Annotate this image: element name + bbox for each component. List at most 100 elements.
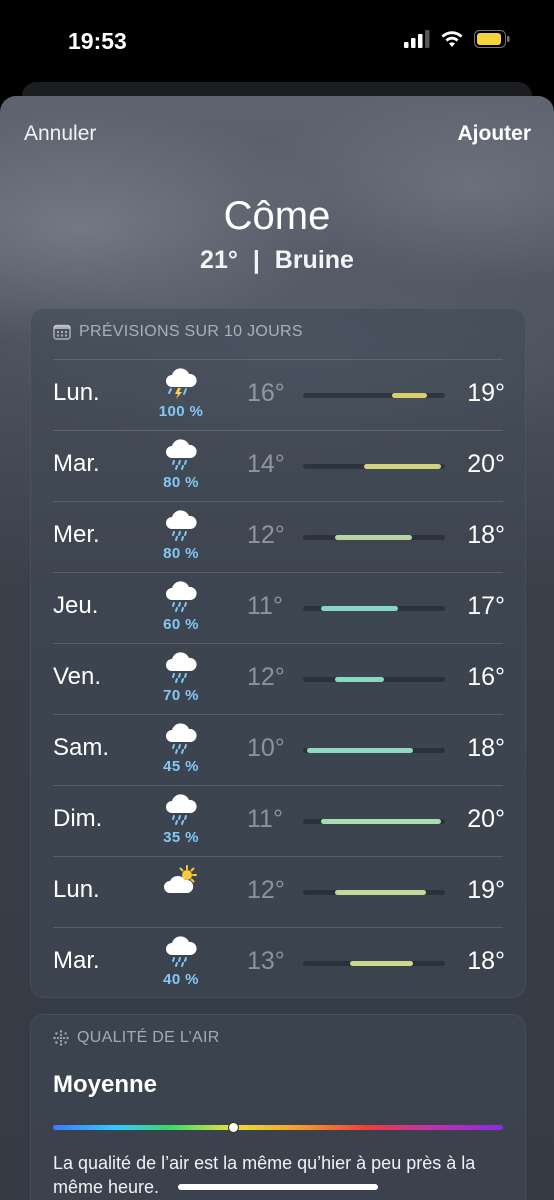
city-name: Côme: [223, 194, 331, 238]
home-indicator[interactable]: [178, 1184, 378, 1190]
row-divider: [53, 430, 503, 431]
battery-icon: [474, 30, 510, 48]
forecast-header: PRÉVISIONS SUR 10 JOURS: [53, 323, 303, 341]
low-temperature: 11°: [247, 592, 283, 620]
air-quality-icon: [53, 1030, 69, 1046]
forecast-row[interactable]: Mar. 40 % 13° 18°: [31, 927, 525, 998]
temperature-range-bar: [303, 819, 445, 824]
add-button[interactable]: Ajouter: [458, 122, 532, 146]
low-temperature: 14°: [247, 450, 285, 478]
high-temperature: 18°: [467, 947, 505, 975]
high-temperature: 19°: [467, 379, 505, 407]
forecast-row[interactable]: Lun. 100 % 16° 19°: [31, 359, 525, 430]
forecast-row[interactable]: Lun. 12° 19°: [31, 856, 525, 927]
row-divider: [53, 359, 503, 360]
status-time: 19:53: [68, 28, 127, 54]
day-name: Ven.: [53, 663, 102, 690]
air-quality-header-label: QUALITÉ DE L’AIR: [77, 1029, 220, 1046]
day-name: Mer.: [53, 521, 100, 548]
row-divider: [53, 501, 503, 502]
row-divider: [53, 714, 503, 715]
temperature-range-bar: [303, 961, 445, 966]
row-divider: [53, 643, 503, 644]
status-bar: 19:53: [0, 0, 554, 84]
weather-preview-sheet: Annuler Ajouter Côme 21° | Bruine PRÉVIS…: [0, 96, 554, 1200]
air-quality-card[interactable]: QUALITÉ DE L’AIR Moyenne La qualité de l…: [30, 1014, 526, 1200]
temperature-range-bar: [303, 677, 445, 682]
high-temperature: 17°: [467, 592, 505, 620]
temperature-range-fill: [350, 961, 413, 966]
high-temperature: 19°: [467, 876, 505, 904]
air-quality-indicator: [228, 1122, 239, 1133]
temperature-range-bar: [303, 464, 445, 469]
precipitation-chance: 80 %: [163, 545, 199, 562]
temperature-range-fill: [364, 464, 441, 469]
row-divider: [53, 856, 503, 857]
low-temperature: 12°: [247, 663, 285, 691]
air-quality-header: QUALITÉ DE L’AIR: [53, 1029, 220, 1047]
temperature-range-fill: [321, 819, 441, 824]
temperature-range-bar: [303, 606, 445, 611]
cancel-button[interactable]: Annuler: [24, 122, 96, 146]
calendar-icon: [53, 324, 71, 340]
air-quality-level: Moyenne: [53, 1071, 158, 1098]
current-temperature: 21°: [200, 246, 238, 274]
rain-cloud-icon: [163, 580, 199, 614]
row-divider: [53, 785, 503, 786]
signal-icon: [404, 30, 430, 48]
high-temperature: 18°: [467, 521, 505, 549]
temperature-range-fill: [335, 890, 426, 895]
precipitation-chance: 100 %: [158, 403, 204, 420]
high-temperature: 20°: [467, 450, 505, 478]
low-temperature: 10°: [247, 734, 285, 762]
forecast-row[interactable]: Mar. 80 % 14° 20°: [31, 430, 525, 501]
wifi-icon: [441, 31, 463, 47]
low-temperature: 16°: [247, 379, 285, 407]
day-name: Lun.: [53, 379, 100, 406]
day-name: Sam.: [53, 734, 110, 761]
rain-cloud-icon: [163, 935, 199, 969]
temperature-range-bar: [303, 535, 445, 540]
forecast-row[interactable]: Ven. 70 % 12° 16°: [31, 643, 525, 714]
ten-day-forecast-card[interactable]: PRÉVISIONS SUR 10 JOURS Lun. 100 % 16° 19° M…: [30, 308, 526, 998]
precipitation-chance: 45 %: [163, 758, 199, 775]
current-conditions: 21° | Bruine: [0, 246, 554, 275]
day-name: Mar.: [53, 450, 100, 477]
high-temperature: 18°: [467, 734, 505, 762]
low-temperature: 12°: [247, 521, 285, 549]
separator: |: [252, 246, 260, 274]
high-temperature: 20°: [467, 805, 505, 833]
row-divider: [53, 927, 503, 928]
day-name: Jeu.: [53, 592, 99, 619]
rain-cloud-icon: [163, 793, 199, 827]
temperature-range-fill: [307, 748, 413, 753]
forecast-row[interactable]: Jeu. 60 % 11° 17°: [31, 572, 525, 643]
precipitation-chance: 35 %: [163, 829, 199, 846]
precipitation-chance: 70 %: [163, 687, 199, 704]
day-name: Dim.: [53, 805, 103, 832]
temperature-range-fill: [335, 677, 384, 682]
forecast-row[interactable]: Dim. 35 % 11° 20°: [31, 785, 525, 856]
air-quality-scale: [53, 1122, 503, 1133]
temperature-range-bar: [303, 748, 445, 753]
precipitation-chance: 80 %: [163, 474, 199, 491]
day-name: Mar.: [53, 947, 100, 974]
status-icons: [404, 30, 510, 48]
air-quality-description: La qualité de l’air est la même qu’hier …: [53, 1153, 476, 1197]
thunderstorm-icon: [163, 367, 199, 401]
forecast-row[interactable]: Mer. 80 % 12° 18°: [31, 501, 525, 572]
partly-sunny-icon: [163, 864, 199, 898]
temperature-range-fill: [321, 606, 398, 611]
low-temperature: 13°: [247, 947, 285, 975]
temperature-range-fill: [335, 535, 412, 540]
temperature-range-bar: [303, 393, 445, 398]
low-temperature: 12°: [247, 876, 285, 904]
high-temperature: 16°: [467, 663, 505, 691]
forecast-header-label: PRÉVISIONS SUR 10 JOURS: [79, 323, 303, 340]
temperature-range-bar: [303, 890, 445, 895]
temperature-range-fill: [392, 393, 427, 398]
forecast-row[interactable]: Sam. 45 % 10° 18°: [31, 714, 525, 785]
row-divider: [53, 572, 503, 573]
precipitation-chance: 40 %: [163, 971, 199, 988]
rain-cloud-icon: [163, 438, 199, 472]
